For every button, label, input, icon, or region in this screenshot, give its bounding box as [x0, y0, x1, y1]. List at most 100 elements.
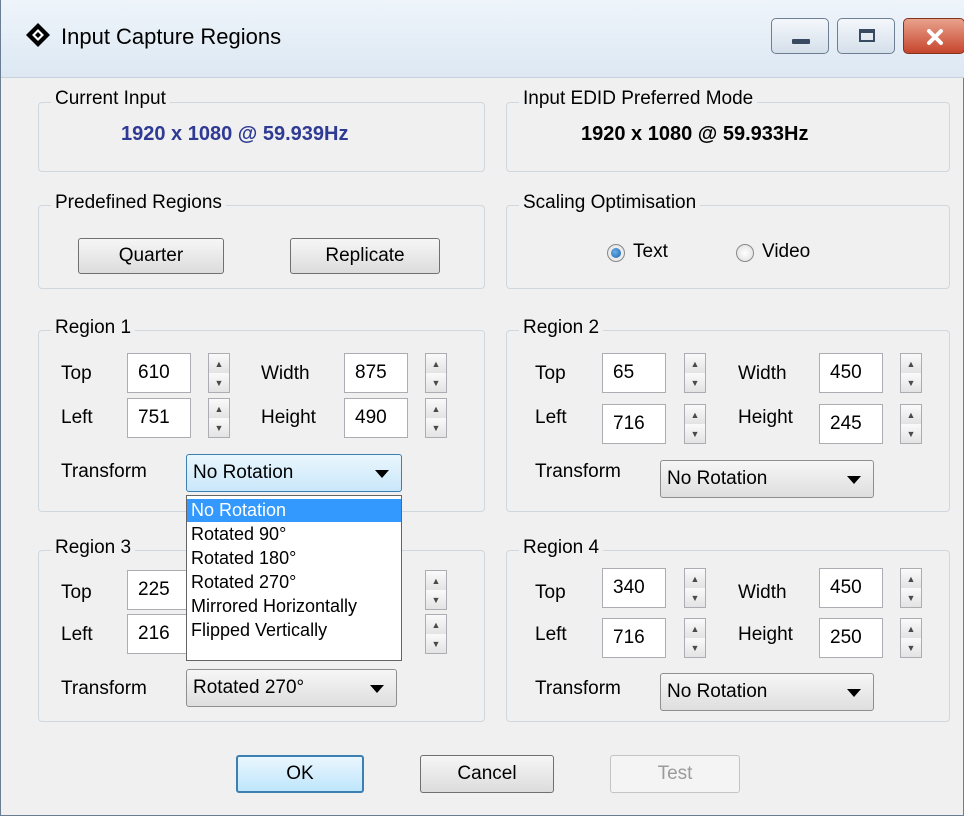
region-3-top-label: Top: [61, 582, 92, 603]
spin-down-icon[interactable]: ▼: [901, 373, 921, 392]
dropdown-option[interactable]: Mirrored Horizontally: [187, 595, 401, 618]
spin-down-icon[interactable]: ▼: [685, 424, 705, 443]
spin-down-icon[interactable]: ▼: [426, 590, 446, 609]
region-3-left-input[interactable]: 216: [127, 614, 191, 654]
window-title: Input Capture Regions: [61, 24, 282, 49]
spin-up-icon[interactable]: ▲: [685, 619, 705, 639]
spin-up-icon[interactable]: ▲: [426, 399, 446, 419]
region-4-height-input[interactable]: 250: [819, 618, 883, 658]
dialog-window: Input Capture Regions Current Input 1920…: [0, 0, 964, 816]
region-1-left-input[interactable]: 751: [127, 398, 191, 438]
dropdown-arrow-icon: [370, 685, 384, 693]
spin-up-icon[interactable]: ▲: [209, 399, 229, 419]
region-4-height-spinner[interactable]: ▲ ▼: [900, 618, 922, 658]
region-3-height-spinner[interactable]: ▲ ▼: [425, 614, 447, 654]
region-1-height-spinner[interactable]: ▲ ▼: [425, 398, 447, 438]
region-4-width-label: Width: [738, 582, 787, 603]
spin-down-icon[interactable]: ▼: [901, 424, 921, 443]
spin-up-icon[interactable]: ▲: [426, 615, 446, 635]
region-2-width-input[interactable]: 450: [819, 353, 883, 393]
region-4-height-label: Height: [738, 624, 793, 645]
test-button[interactable]: Test: [610, 755, 740, 793]
spin-down-icon[interactable]: ▼: [685, 638, 705, 657]
video-radio[interactable]: [736, 244, 754, 262]
region-2-left-label: Left: [535, 407, 567, 428]
spin-down-icon[interactable]: ▼: [426, 418, 446, 437]
dropdown-option[interactable]: Rotated 180°: [187, 547, 401, 570]
spin-up-icon[interactable]: ▲: [209, 354, 229, 374]
spin-up-icon[interactable]: ▲: [901, 354, 921, 374]
region-3-top-input[interactable]: 225: [127, 570, 191, 610]
spin-down-icon[interactable]: ▼: [209, 418, 229, 437]
spin-up-icon[interactable]: ▲: [901, 569, 921, 589]
maximize-button[interactable]: [837, 18, 895, 54]
spin-up-icon[interactable]: ▲: [901, 619, 921, 639]
region-1-width-input[interactable]: 875: [344, 353, 408, 393]
region-2-top-input[interactable]: 65: [602, 353, 666, 393]
region-1-width-spinner[interactable]: ▲ ▼: [425, 353, 447, 393]
region-1-top-label: Top: [61, 363, 92, 384]
dropdown-option[interactable]: Flipped Vertically: [187, 619, 401, 642]
spin-down-icon[interactable]: ▼: [426, 634, 446, 653]
current-input-label: Current Input: [51, 88, 170, 110]
dropdown-arrow-icon: [847, 476, 861, 484]
spin-up-icon[interactable]: ▲: [685, 569, 705, 589]
region-2-top-spinner[interactable]: ▲ ▼: [684, 353, 706, 393]
region-1-height-label: Height: [261, 407, 316, 428]
region-1-transform-label: Transform: [61, 461, 147, 482]
ok-button[interactable]: OK: [236, 755, 364, 793]
region-1-label: Region 1: [51, 317, 136, 339]
quarter-button[interactable]: Quarter: [78, 238, 224, 274]
spin-down-icon[interactable]: ▼: [901, 588, 921, 607]
spin-down-icon[interactable]: ▼: [685, 588, 705, 607]
region-1-height-input[interactable]: 490: [344, 398, 408, 438]
region-4-width-spinner[interactable]: ▲ ▼: [900, 568, 922, 608]
spin-down-icon[interactable]: ▼: [901, 638, 921, 657]
title-bar[interactable]: Input Capture Regions: [1, 0, 964, 78]
region-1-width-label: Width: [261, 363, 310, 384]
region-2-height-spinner[interactable]: ▲ ▼: [900, 404, 922, 444]
scaling-label: Scaling Optimisation: [519, 192, 701, 214]
scaling-group: [506, 205, 950, 289]
spin-down-icon[interactable]: ▼: [685, 373, 705, 392]
dropdown-option[interactable]: No Rotation: [187, 499, 401, 522]
dropdown-option[interactable]: Rotated 90°: [187, 523, 401, 546]
region-2-height-input[interactable]: 245: [819, 404, 883, 444]
region-4-width-input[interactable]: 450: [819, 568, 883, 608]
region-4-left-spinner[interactable]: ▲ ▼: [684, 618, 706, 658]
spin-up-icon[interactable]: ▲: [901, 405, 921, 425]
region-3-width-spinner[interactable]: ▲ ▼: [425, 570, 447, 610]
spin-up-icon[interactable]: ▲: [426, 354, 446, 374]
region-2-transform-select[interactable]: No Rotation: [660, 460, 874, 498]
spin-up-icon[interactable]: ▲: [685, 405, 705, 425]
region-3-transform-select[interactable]: Rotated 270°: [186, 669, 397, 707]
region-2-height-label: Height: [738, 407, 793, 428]
current-input-value: 1920 x 1080 @ 59.939Hz: [121, 123, 349, 145]
spin-up-icon[interactable]: ▲: [426, 571, 446, 591]
video-radio-label: Video: [762, 241, 811, 262]
cancel-button[interactable]: Cancel: [420, 755, 554, 793]
region-1-left-label: Left: [61, 407, 93, 428]
close-button[interactable]: [903, 18, 964, 54]
region-2-width-spinner[interactable]: ▲ ▼: [900, 353, 922, 393]
minimize-button[interactable]: [771, 18, 829, 54]
replicate-button[interactable]: Replicate: [290, 238, 440, 274]
region-4-top-label: Top: [535, 582, 566, 603]
region-1-left-spinner[interactable]: ▲ ▼: [208, 398, 230, 438]
region-2-left-input[interactable]: 716: [602, 404, 666, 444]
region-4-top-input[interactable]: 340: [602, 568, 666, 608]
region-4-left-input[interactable]: 716: [602, 618, 666, 658]
dropdown-option[interactable]: Rotated 270°: [187, 571, 401, 594]
region-2-left-spinner[interactable]: ▲ ▼: [684, 404, 706, 444]
region-1-top-input[interactable]: 610: [127, 353, 191, 393]
spin-down-icon[interactable]: ▼: [426, 373, 446, 392]
region-1-top-spinner[interactable]: ▲ ▼: [208, 353, 230, 393]
region-3-left-label: Left: [61, 624, 93, 645]
region-1-transform-select[interactable]: No Rotation: [186, 454, 402, 492]
text-radio[interactable]: [607, 244, 625, 262]
spin-down-icon[interactable]: ▼: [209, 373, 229, 392]
region-4-transform-select[interactable]: No Rotation: [660, 673, 874, 711]
region-4-top-spinner[interactable]: ▲ ▼: [684, 568, 706, 608]
spin-up-icon[interactable]: ▲: [685, 354, 705, 374]
edid-mode-label: Input EDID Preferred Mode: [519, 88, 758, 110]
